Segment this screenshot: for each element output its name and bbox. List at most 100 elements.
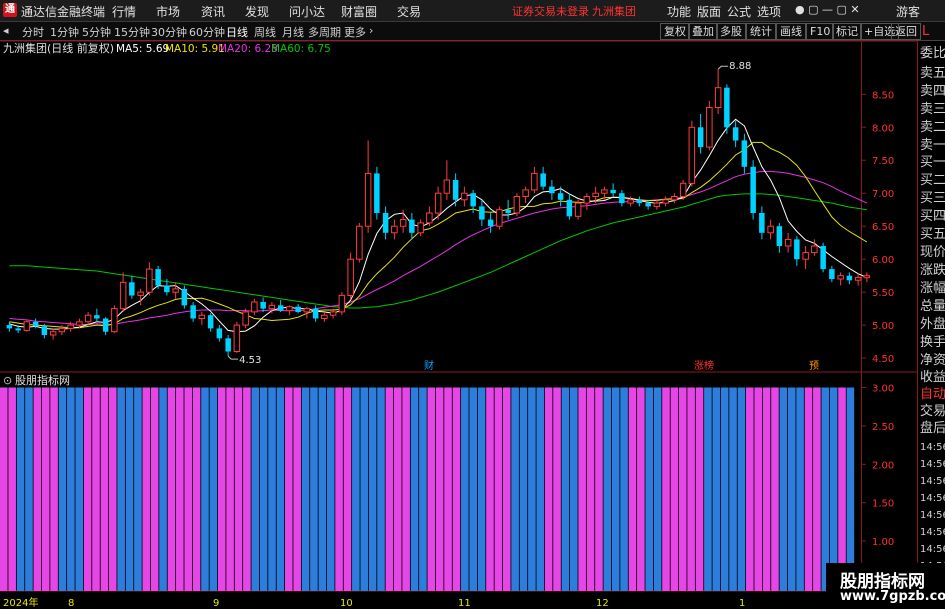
- indicator-toggle-icon[interactable]: ⊙: [3, 374, 12, 387]
- candle-body-down: [697, 127, 704, 148]
- tab-monthly[interactable]: 月线: [282, 24, 304, 40]
- candle-body-down: [794, 239, 800, 260]
- candlesticks: [6, 69, 871, 357]
- login-notice[interactable]: 证券交易未登录: [512, 3, 589, 19]
- indicator-bar: [150, 387, 159, 591]
- indicator-bar: [159, 387, 167, 591]
- candle-body-up: [49, 331, 57, 336]
- menu-wenxiaoda[interactable]: 问小达: [289, 3, 325, 20]
- price-label: 6.00: [872, 255, 894, 266]
- menu-gongshi[interactable]: 公式: [727, 3, 751, 20]
- candle-body-up: [426, 212, 433, 224]
- sidebar-zidong[interactable]: 自动: [920, 387, 945, 403]
- kline-chart[interactable]: 九洲集团(日线 前复权) MA5: 5.69 MA10: 5.91 MA20: …: [0, 40, 917, 609]
- btn-huaxian[interactable]: 画线: [776, 23, 806, 40]
- indicator-bar: [754, 387, 762, 591]
- menu-zixun[interactable]: 资讯: [201, 3, 225, 20]
- indicator-bar: [645, 387, 654, 591]
- tab-weekly[interactable]: 周线: [254, 24, 276, 40]
- candle-body-up: [688, 126, 696, 184]
- tab-30min[interactable]: 30分钟: [151, 24, 187, 40]
- menu-faxian[interactable]: 发现: [245, 3, 269, 20]
- sidebar-zhangfu: 涨幅: [920, 281, 945, 296]
- user-guest[interactable]: 游客: [896, 3, 920, 20]
- candle-body-up: [784, 238, 792, 247]
- menu-caifuquan[interactable]: 财富圈: [341, 3, 377, 20]
- btn-biaoji[interactable]: 标记: [832, 23, 862, 40]
- btn-f10[interactable]: F10: [806, 23, 835, 40]
- indicator-bar: [176, 387, 184, 591]
- indicator-bar: [25, 387, 33, 591]
- indicator-bar: [578, 387, 586, 591]
- indicator-bar: [285, 387, 293, 591]
- candle-body-up: [653, 202, 661, 207]
- window-control-icons[interactable]: ● ▢ — ▢ ✕: [795, 3, 860, 16]
- candle-body-up: [714, 87, 722, 108]
- candle-body-down: [540, 173, 546, 187]
- indicator-bar: [570, 387, 578, 591]
- sidebar-mai1: 卖一: [920, 138, 945, 153]
- candle-body-up: [329, 311, 337, 316]
- indicator-bar: [821, 387, 830, 591]
- candle-body-up: [854, 277, 862, 281]
- sidebar-time-7: 14:56: [920, 544, 945, 555]
- candle-body-up: [574, 202, 582, 217]
- tab-more[interactable]: 更多: [344, 24, 366, 40]
- more-chevron-icon[interactable]: ›: [369, 24, 373, 37]
- price-label: 7.50: [872, 156, 894, 167]
- tab-1min[interactable]: 1分钟: [50, 24, 79, 40]
- tab-60min[interactable]: 60分钟: [189, 24, 225, 40]
- menu-hangqing[interactable]: 行情: [112, 3, 136, 20]
- tab-daily[interactable]: 日线: [226, 24, 248, 40]
- btn-fuquan[interactable]: 复权: [660, 23, 690, 40]
- time-label-sep: 9: [213, 598, 219, 609]
- period-toolbar: ◂ 分时 1分钟 5分钟 15分钟 30分钟 60分钟 日线 周线 月线 多周期…: [0, 22, 945, 41]
- indicator-bar: [108, 387, 117, 591]
- candle-body-up: [286, 306, 293, 312]
- btn-diejia[interactable]: 叠加: [688, 23, 718, 40]
- title-stock-name: 九洲集团: [592, 5, 636, 18]
- tab-15min[interactable]: 15分钟: [114, 24, 150, 40]
- candle-body-down: [382, 213, 389, 233]
- sidebar-time-4: 14:56: [920, 493, 945, 504]
- menu-banmian[interactable]: 版面: [697, 3, 721, 20]
- sidebar-buy5: 买五: [920, 227, 945, 242]
- indicator-axis-label: 1.50: [872, 499, 894, 510]
- indicator-bar: [167, 387, 176, 591]
- menu-shichang[interactable]: 市场: [156, 3, 180, 20]
- candle-body-up: [417, 222, 424, 234]
- candle-body-down: [741, 140, 748, 167]
- ma10-label: MA10: 5.91: [165, 43, 225, 55]
- tab-5min[interactable]: 5分钟: [82, 24, 111, 40]
- indicator-bar: [662, 387, 670, 591]
- event-marker-yu[interactable]: 预: [809, 360, 819, 372]
- event-marker-cai[interactable]: 财: [424, 359, 434, 372]
- btn-duogu[interactable]: 多股: [716, 23, 746, 40]
- indicator-bar: [142, 387, 151, 591]
- indicator-bar: [813, 387, 821, 591]
- indicator-bar: [100, 387, 109, 591]
- sidebar-corner[interactable]: L: [922, 24, 929, 40]
- app-title: 通达信金融终端: [21, 5, 106, 19]
- candle-body-up: [58, 327, 66, 333]
- indicator-bar: [628, 387, 637, 591]
- indicator-bar: [410, 387, 419, 591]
- indicator-bars: [0, 387, 855, 591]
- candle-body-up: [303, 308, 311, 313]
- toolbar-arrow-icon[interactable]: ◂: [3, 24, 9, 37]
- menu-gongneng[interactable]: 功能: [667, 3, 691, 20]
- price-label: 5.50: [872, 288, 894, 299]
- btn-fanhui[interactable]: 返回: [891, 23, 921, 40]
- indicator-bar: [251, 387, 260, 591]
- tab-fenshi[interactable]: 分时: [22, 24, 44, 40]
- indicator-bar: [318, 387, 327, 591]
- indicator-bar: [620, 387, 628, 591]
- indicator-bar: [729, 387, 737, 591]
- tab-multi-period[interactable]: 多周期: [308, 24, 341, 40]
- candle-body-up: [172, 288, 179, 293]
- menu-xuanxiang[interactable]: 选项: [757, 3, 781, 20]
- event-marker-zhangbang[interactable]: 涨榜: [694, 359, 714, 372]
- btn-tongji[interactable]: 统计: [746, 23, 776, 40]
- indicator-bar: [544, 387, 553, 591]
- menu-jiaoyi[interactable]: 交易: [397, 3, 421, 20]
